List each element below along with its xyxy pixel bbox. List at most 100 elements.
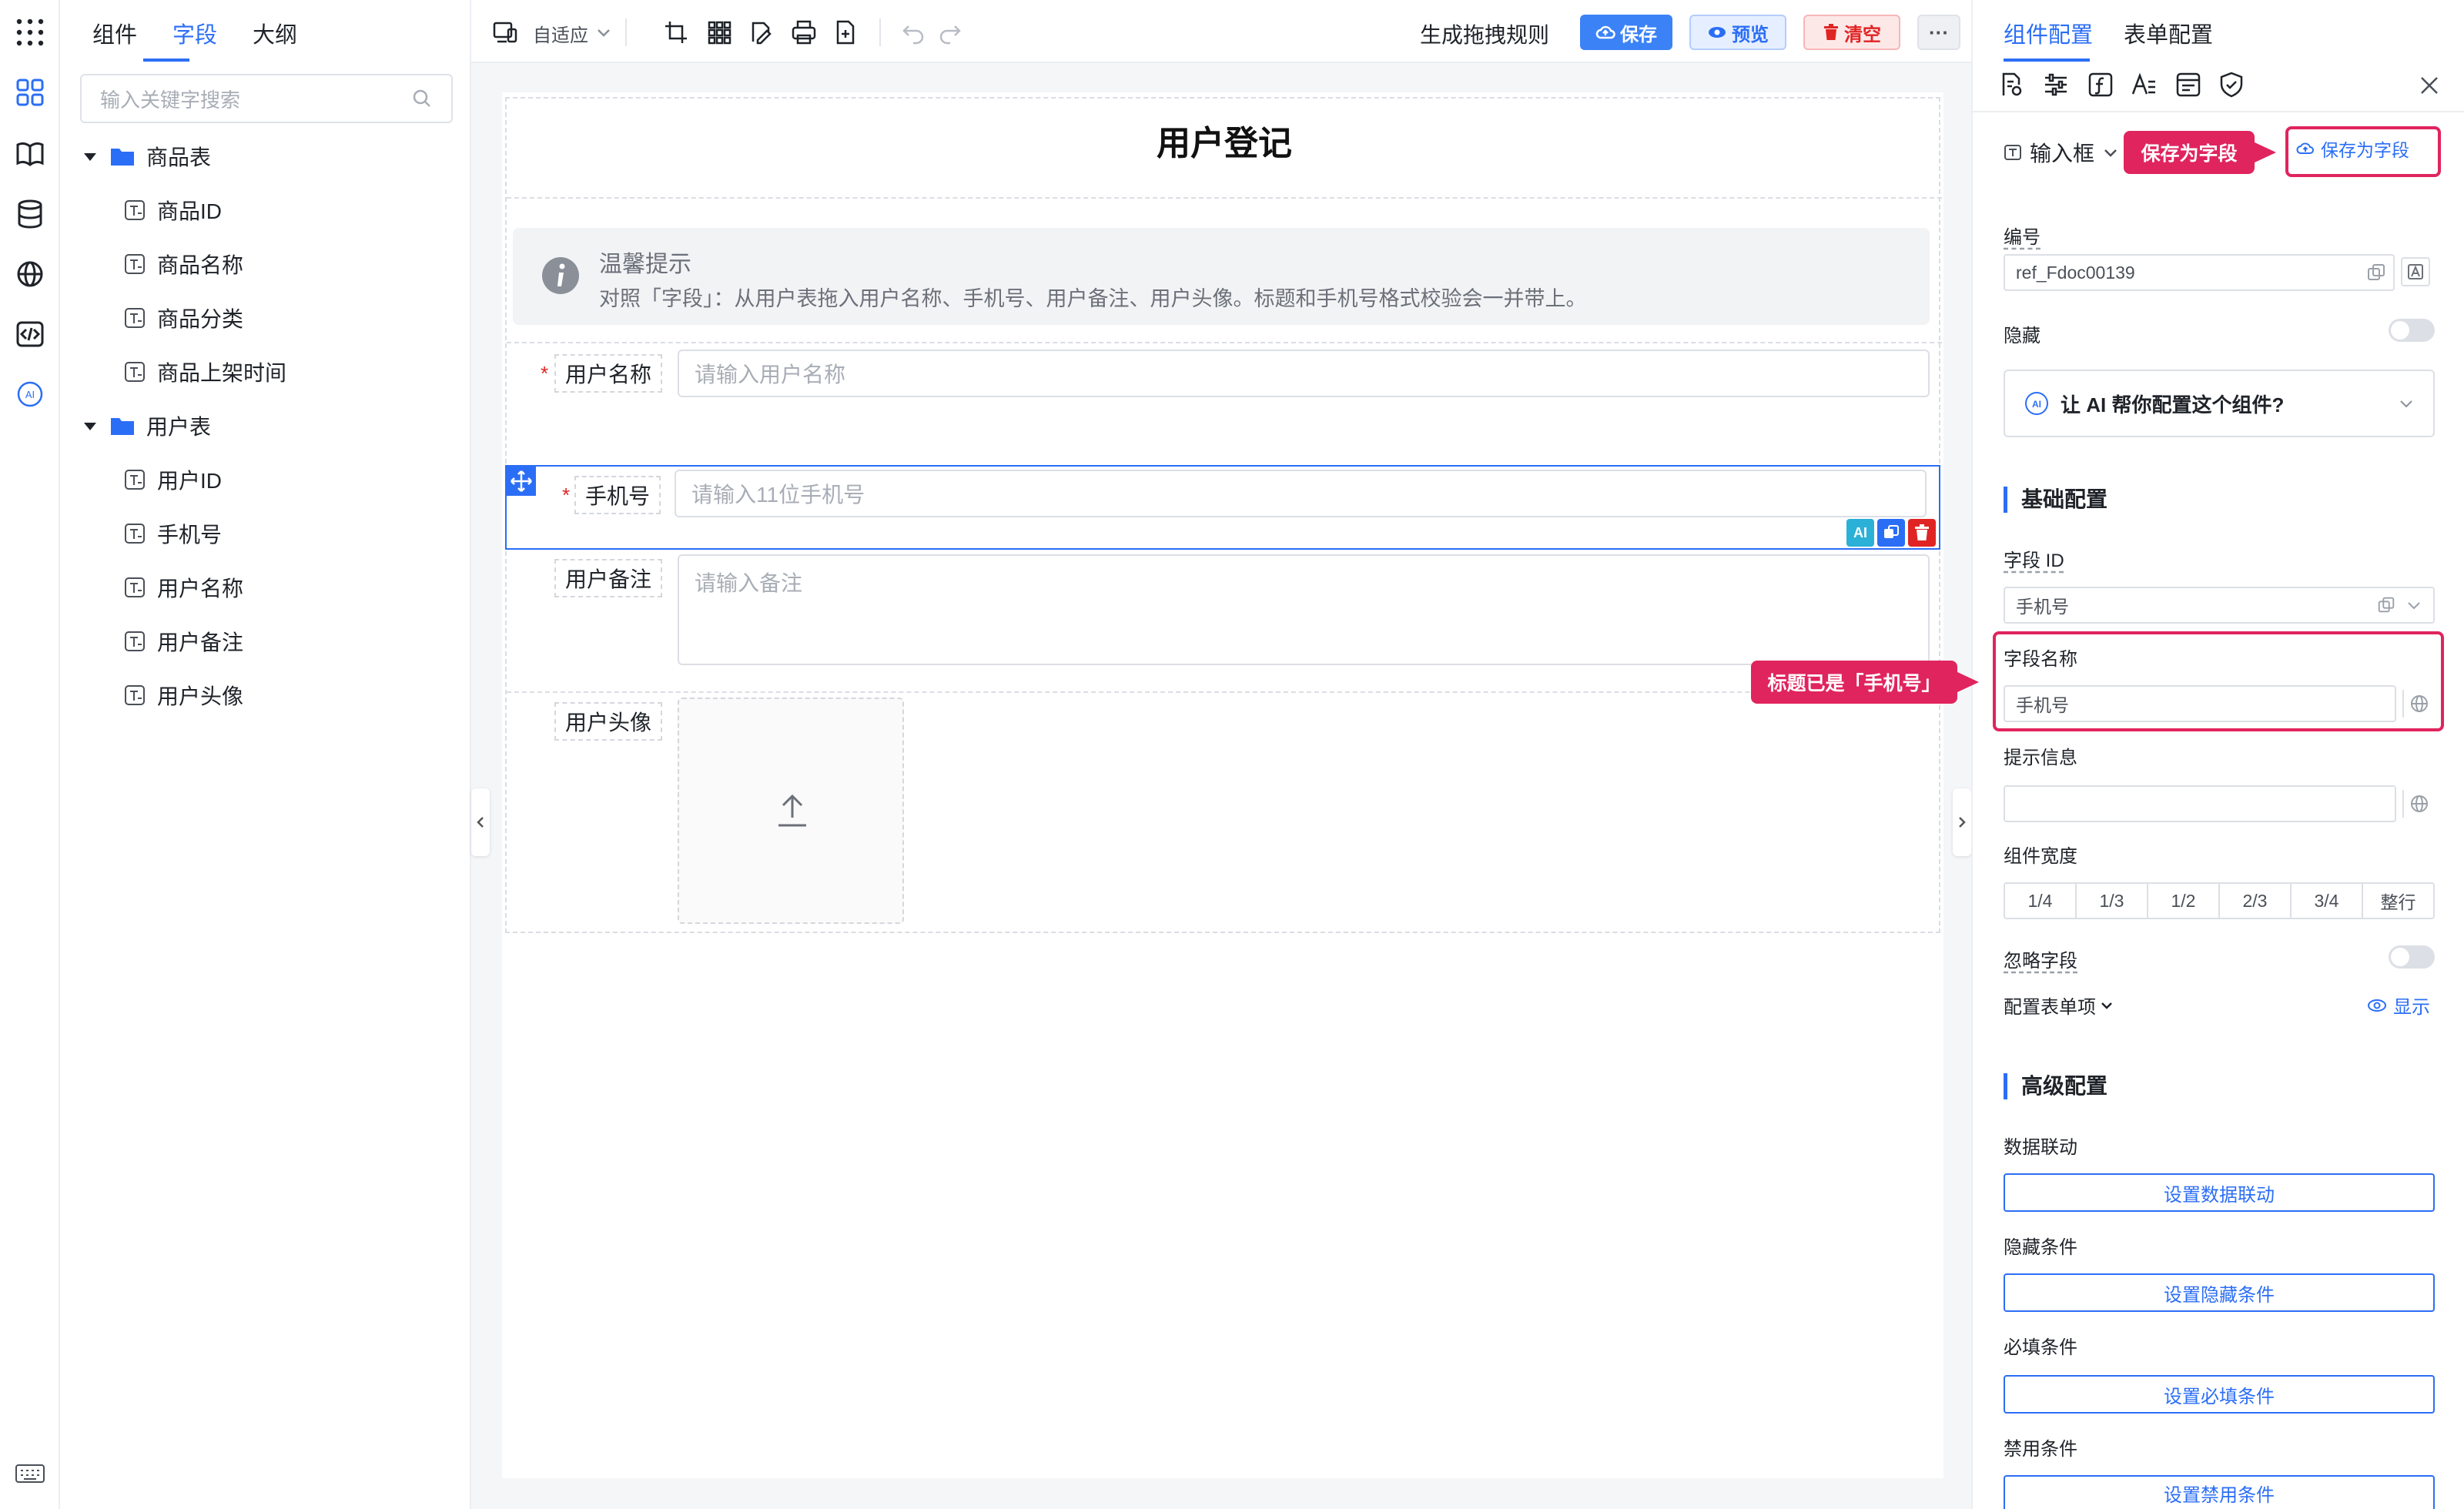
set-hide-condition-button[interactable]: 设置隐藏条件 [2004, 1273, 2435, 1312]
ignore-field-label: 忽略字段 [2004, 951, 2077, 972]
grid-icon[interactable] [705, 18, 733, 46]
form-row-phone-selected[interactable]: * 手机号 请输入11位手机号 AI [505, 465, 1940, 550]
notice-title: 温馨提示 [599, 252, 691, 277]
caret-down-icon[interactable] [82, 417, 99, 434]
generate-drag-rules-button[interactable]: 生成拖拽规则 [1420, 18, 1549, 49]
cloud-upload-icon [2296, 141, 2315, 156]
copy-icon[interactable] [2376, 595, 2396, 615]
font-case-icon[interactable] [2401, 257, 2430, 286]
text-field-icon [123, 468, 146, 491]
tab-fields[interactable]: 字段 [172, 17, 217, 49]
copy-action-icon[interactable] [1877, 519, 1905, 547]
tree-field-item[interactable]: 用户ID [60, 453, 471, 507]
code-icon[interactable] [15, 319, 45, 350]
tab-components[interactable]: 组件 [92, 17, 137, 49]
drag-move-icon[interactable] [507, 467, 536, 496]
layout-icon[interactable] [2174, 71, 2202, 99]
width-option[interactable]: 1/3 [2077, 884, 2148, 918]
hidden-toggle[interactable] [2389, 319, 2435, 342]
clear-button[interactable]: 清空 [1803, 15, 1900, 50]
tab-form-config[interactable]: 表单配置 [2124, 17, 2213, 49]
search-input[interactable]: 输入关键字搜索 [80, 74, 453, 123]
shield-icon[interactable] [2218, 71, 2245, 99]
database-icon[interactable] [15, 199, 45, 229]
form-row-username[interactable]: * 用户名称 请输入用户名称 [507, 342, 1942, 410]
tree-folder[interactable]: 用户表 [60, 399, 471, 453]
tree-field-item[interactable]: 商品ID [60, 183, 471, 237]
caret-down-icon[interactable] [82, 148, 99, 165]
keyboard-icon[interactable] [15, 1463, 45, 1484]
width-option[interactable]: 整行 [2363, 884, 2433, 918]
field-name-input[interactable]: 手机号 [2004, 685, 2396, 722]
edit-icon[interactable] [747, 18, 775, 46]
id-input[interactable]: ref_Fdoc00139 [2004, 254, 2395, 291]
device-icon[interactable] [491, 18, 519, 46]
print-icon[interactable] [790, 18, 818, 46]
form-title[interactable]: 用户登记 [507, 115, 1942, 165]
form-row-avatar[interactable]: 用户头像 [507, 691, 1942, 935]
save-button[interactable]: 保存 [1580, 15, 1672, 50]
tree-field-item[interactable]: 商品上架时间 [60, 345, 471, 399]
collapse-right-icon[interactable] [1953, 788, 1971, 856]
chevron-down-icon[interactable] [594, 23, 613, 42]
device-mode-label[interactable]: 自适应 [533, 20, 588, 47]
ai-assistant-icon[interactable]: AI [15, 379, 45, 410]
form-row-remark[interactable]: 用户备注 请输入备注 [507, 550, 1942, 688]
tip-notice[interactable]: 温馨提示 对照「字段」：从用户表拖入用户名称、手机号、用户备注、用户头像。标题和… [513, 228, 1930, 325]
ai-config-dropdown[interactable]: AI 让 AI 帮你配置这个组件? [2004, 370, 2435, 437]
tip-input[interactable] [2004, 785, 2396, 822]
sliders-icon[interactable] [2042, 71, 2070, 99]
export-icon[interactable] [832, 18, 859, 46]
text-field-icon [123, 684, 146, 707]
phone-input[interactable]: 请输入11位手机号 [675, 470, 1927, 517]
field-label: 手机号 [574, 476, 661, 514]
save-as-field-button[interactable]: 保存为字段 [2296, 136, 2409, 162]
ignore-field-toggle[interactable] [2389, 945, 2435, 969]
width-option[interactable]: 3/4 [2292, 884, 2363, 918]
username-input[interactable]: 请输入用户名称 [678, 350, 1930, 397]
copy-icon[interactable] [2365, 262, 2387, 283]
tree-field-item[interactable]: 商品分类 [60, 291, 471, 345]
ai-action-button[interactable]: AI [1846, 519, 1874, 547]
text-style-icon[interactable] [2130, 71, 2158, 99]
width-option[interactable]: 1/2 [2148, 884, 2220, 918]
set-disabled-condition-button[interactable]: 设置禁用条件 [2004, 1475, 2435, 1509]
i18n-globe-icon[interactable] [2402, 690, 2435, 718]
eye-icon [2367, 998, 2387, 1013]
field-id-select[interactable]: 手机号 [2004, 587, 2435, 624]
remark-textarea[interactable]: 请输入备注 [678, 554, 1930, 665]
active-tab-underline [2004, 59, 2090, 62]
tree-field-item[interactable]: 手机号 [60, 507, 471, 560]
i18n-globe-icon[interactable] [2402, 790, 2435, 818]
tree-folder[interactable]: 商品表 [60, 129, 471, 183]
close-icon[interactable] [2418, 74, 2441, 97]
tree-field-item[interactable]: 用户备注 [60, 614, 471, 668]
components-icon[interactable] [15, 77, 45, 108]
delete-action-icon[interactable] [1908, 519, 1936, 547]
book-icon[interactable] [15, 139, 45, 169]
set-data-linkage-button[interactable]: 设置数据联动 [2004, 1173, 2435, 1212]
crop-icon[interactable] [662, 18, 690, 46]
tab-outline[interactable]: 大纲 [253, 17, 297, 49]
set-required-condition-button[interactable]: 设置必填条件 [2004, 1375, 2435, 1414]
component-type-select[interactable]: 输入框 [2004, 137, 2119, 168]
width-option[interactable]: 1/4 [2005, 884, 2077, 918]
undo-icon[interactable] [899, 18, 927, 46]
avatar-upload[interactable] [678, 698, 904, 924]
more-button[interactable]: ··· [1917, 15, 1960, 50]
show-button[interactable]: 显示 [2367, 992, 2430, 1019]
tree-field-item[interactable]: 用户名称 [60, 560, 471, 614]
redo-icon[interactable] [936, 18, 964, 46]
preview-button[interactable]: 预览 [1689, 15, 1786, 50]
function-icon[interactable] [2087, 71, 2114, 99]
globe-icon[interactable] [15, 259, 45, 289]
apps-grid-icon[interactable] [15, 17, 45, 48]
tree-field-item[interactable]: 用户头像 [60, 668, 471, 722]
text-field-icon [123, 360, 146, 383]
tab-component-config[interactable]: 组件配置 [2004, 17, 2093, 49]
width-option[interactable]: 2/3 [2220, 884, 2292, 918]
form-item-config-toggle[interactable]: 配置表单项 [2004, 992, 2114, 1019]
collapse-left-icon[interactable] [471, 788, 490, 856]
doc-settings-icon[interactable] [1997, 71, 2025, 99]
tree-field-item[interactable]: 商品名称 [60, 237, 471, 291]
